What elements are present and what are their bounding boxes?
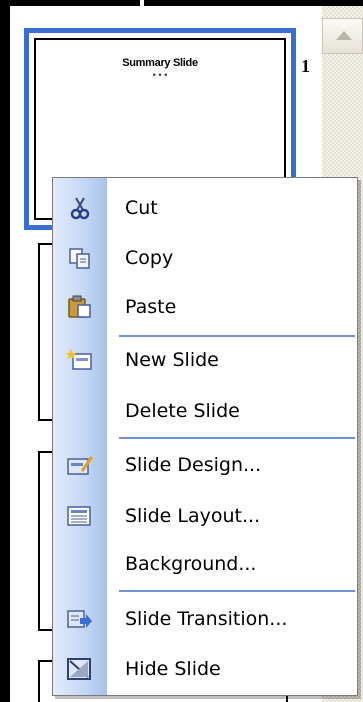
slide-number-1: 1 <box>301 56 310 76</box>
slide-thumbnail-bullets: • • • <box>152 70 168 80</box>
menu-item-paste[interactable]: Paste <box>53 285 357 329</box>
menu-item-cut[interactable]: Cut <box>53 186 357 230</box>
menu-item-label: Background... <box>125 553 257 575</box>
menu-item-label: Slide Transition... <box>125 608 288 630</box>
menu-separator <box>119 590 355 592</box>
menu-item-label: Slide Design... <box>125 454 262 476</box>
menu-separator <box>119 437 355 439</box>
menu-item-slide-layout[interactable]: Slide Layout... <box>53 494 357 538</box>
menu-separator <box>119 335 355 337</box>
slide-thumbnail-title: Summary Slide <box>122 57 198 69</box>
menu-item-label: Delete Slide <box>125 400 240 422</box>
slide-design-icon <box>66 453 94 477</box>
context-menu: Cut Copy Paste New Slide Delete Slide Sl… <box>52 177 358 696</box>
window-left-border <box>0 0 10 702</box>
slide-transition-icon <box>66 607 94 631</box>
copy-icon <box>66 246 94 270</box>
menu-item-label: Cut <box>125 197 158 219</box>
menu-item-slide-transition[interactable]: Slide Transition... <box>53 597 357 641</box>
slide-layout-icon <box>66 504 94 528</box>
menu-item-hide-slide[interactable]: Hide Slide <box>53 647 357 691</box>
menu-item-background[interactable]: Background... <box>53 542 357 586</box>
menu-item-label: Slide Layout... <box>125 505 261 527</box>
scroll-up-arrow-icon[interactable] <box>322 18 363 54</box>
menu-item-new-slide[interactable]: New Slide <box>53 338 357 382</box>
menu-item-label: Hide Slide <box>125 658 221 680</box>
hide-slide-icon <box>66 657 94 681</box>
menu-item-copy[interactable]: Copy <box>53 236 357 280</box>
menu-item-delete-slide[interactable]: Delete Slide <box>53 389 357 433</box>
menu-item-label: Paste <box>125 296 177 318</box>
new-slide-icon <box>66 348 94 372</box>
scissors-icon <box>66 196 94 220</box>
menu-item-label: New Slide <box>125 349 219 371</box>
menu-item-slide-design[interactable]: Slide Design... <box>53 443 357 487</box>
menu-item-label: Copy <box>125 247 174 269</box>
clipboard-paste-icon <box>66 295 94 319</box>
